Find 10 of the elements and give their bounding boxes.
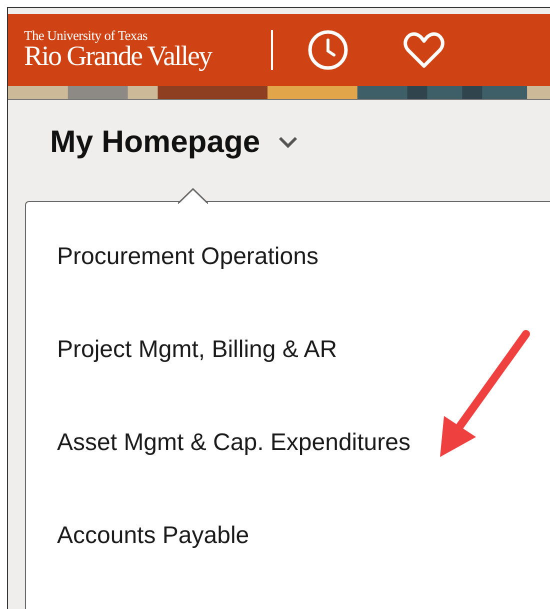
chevron-icon[interactable] (278, 136, 298, 148)
logo-text: Rio Grande Valley (24, 42, 212, 71)
menu-item[interactable]: Project Mgmt, Billing & AR (26, 331, 550, 424)
clock-icon[interactable] (307, 28, 350, 71)
menu-item[interactable]: Procurement Operations (26, 238, 550, 331)
heart-icon[interactable] (403, 30, 446, 69)
menu-item[interactable]: Asset Mgmt & Cap. Expenditures (26, 424, 550, 517)
menu-item[interactable]: Accounts Payable (26, 517, 550, 609)
page-title[interactable]: My Homepage (50, 124, 260, 160)
logo-text: The University of Texas (24, 29, 148, 43)
